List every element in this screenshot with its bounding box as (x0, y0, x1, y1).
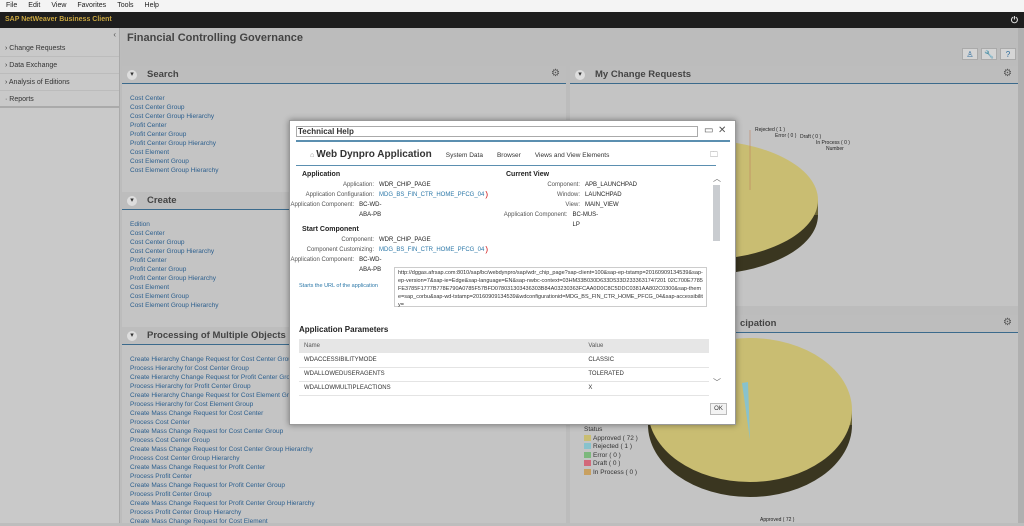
field-value: WDR_CHIP_PAGE (379, 237, 431, 243)
start-component-heading: Start Component (302, 226, 359, 233)
legend-item[interactable]: Error ( 0 ) (584, 452, 638, 461)
legend-label: In Process ( 0 ) (593, 468, 638, 476)
param-name: WDALLOWMULTIPLEACTIONS (299, 381, 584, 396)
technical-help-dialog: Technical Help ▭ ✕ ⌂ Web Dynpro Applicat… (289, 120, 736, 425)
legend-item[interactable]: In Process ( 0 ) (584, 469, 638, 478)
legend-label: Draft ( 0 ) (593, 460, 621, 467)
url-field[interactable]: http://dggas.afrsap.com:8010/sap/bc/webd… (394, 267, 707, 308)
field-label: Component: (547, 182, 580, 188)
tab-web-dynpro-application[interactable]: ⌂ Web Dynpro Application (310, 149, 432, 160)
legend-swatch (584, 443, 591, 450)
param-value: CLASSIC (583, 353, 709, 368)
column-header-value[interactable]: Value (583, 339, 709, 353)
params-table: Name Value WDACCESSIBILITYMODE CLASSIC WDAL… (299, 339, 709, 396)
params-title: Application Parameters (299, 325, 389, 334)
column-header-name[interactable]: Name (299, 339, 584, 353)
field-value: WDR_CHIP_PAGE (379, 182, 431, 188)
legend-title: Status (584, 426, 603, 433)
legend-swatch (584, 434, 591, 441)
field-row: Application Component: BC-MUS-LP (500, 210, 600, 230)
legend-label: Error ( 0 ) (593, 451, 621, 459)
dialog-scrollbar[interactable] (713, 185, 720, 241)
annotation-mark: ) (485, 190, 489, 199)
param-name: WDALLOWEDUSERAGENTS (299, 367, 584, 382)
chart-legend: Status Approved ( 72 ) Rejected ( 1 ) Erro… (584, 426, 638, 477)
param-value: TOLERATED (583, 367, 709, 382)
field-label: Application Component: (290, 202, 355, 208)
field-row: View: MAIN_VIEW (500, 200, 619, 210)
application-heading: Application (302, 171, 341, 178)
legend-swatch (584, 460, 591, 467)
scroll-down-icon[interactable]: ﹀ (713, 377, 721, 388)
field-value: BC-MUS-LP (572, 212, 599, 228)
field-value: APB_LAUNCHPAD (585, 182, 637, 188)
table-row[interactable]: WDALLOWMULTIPLEACTIONS X (299, 381, 709, 396)
tab-views[interactable]: Views and View Elements (535, 152, 610, 159)
field-row: Window: LAUNCHPAD (500, 190, 622, 200)
legend-item[interactable]: Draft ( 0 ) (584, 460, 638, 469)
field-label: Application Component: (290, 257, 355, 263)
scroll-up-icon[interactable]: ︿ (713, 173, 721, 184)
param-value: X (583, 381, 709, 396)
field-row: Component: APB_LAUNCHPAD (500, 180, 637, 190)
legend-item[interactable]: Approved ( 72 ) (584, 435, 638, 444)
page-scrollbar[interactable] (1018, 28, 1024, 523)
field-label: Application Configuration: (305, 192, 374, 198)
field-row: Application: WDR_CHIP_PAGE (290, 180, 431, 190)
tab-browser[interactable]: Browser (497, 152, 521, 159)
table-row[interactable]: WDACCESSIBILITYMODE CLASSIC (299, 353, 709, 368)
field-value: BC-WD-ABA-PB (359, 257, 382, 273)
dialog-title: Technical Help (296, 126, 698, 137)
field-value: LAUNCHPAD (585, 192, 622, 198)
pie-label: Number (826, 146, 844, 152)
legend-swatch (584, 468, 591, 475)
url-label: Starts the URL of the application (299, 283, 378, 289)
field-row: Application Component: BC-WD-ABA-PB (290, 200, 393, 220)
field-label: Component: (341, 237, 374, 243)
field-value: MAIN_VIEW (585, 202, 619, 208)
field-row: Application Component: BC-WD-ABA-PB (290, 255, 393, 275)
field-label: View: (565, 202, 580, 208)
param-name: WDACCESSIBILITYMODE (299, 353, 584, 368)
ok-button[interactable]: OK (710, 403, 727, 415)
annotation-mark: ) (485, 245, 489, 254)
legend-item[interactable]: Rejected ( 1 ) (584, 443, 638, 452)
field-value[interactable]: MDG_BS_FIN_CTR_HOME_PFCG_04 (379, 190, 484, 200)
close-icon[interactable]: ✕ (718, 125, 726, 136)
maximize-icon[interactable]: ▭ (704, 125, 713, 136)
legend-label: Rejected ( 1 ) (593, 443, 633, 450)
field-label: Component Customizing: (306, 247, 374, 253)
field-row: Component Customizing: MDG_BS_FIN_CTR_HOM… (290, 245, 488, 255)
current-view-heading: Current View (506, 171, 550, 178)
legend-label: Approved ( 72 ) (593, 434, 638, 442)
pie-label: Approved ( 72 ) (760, 517, 795, 523)
field-label: Window: (556, 192, 580, 198)
field-value: BC-WD-ABA-PB (359, 202, 382, 218)
field-row: Application Configuration: MDG_BS_FIN_CTR… (290, 190, 488, 200)
field-row: Component: WDR_CHIP_PAGE (290, 235, 431, 245)
folder-icon[interactable]: 🗀 (710, 149, 718, 163)
tab-system-data[interactable]: System Data (446, 152, 483, 159)
table-row[interactable]: WDALLOWEDUSERAGENTS TOLERATED (299, 367, 709, 382)
field-label: Application: (342, 182, 374, 188)
legend-swatch (584, 451, 591, 458)
dialog-tabs: ⌂ Web Dynpro Application System Data Bro… (310, 149, 609, 160)
field-label: Application Component: (503, 212, 568, 218)
field-value[interactable]: MDG_BS_FIN_CTR_HOME_PFCG_04 (379, 245, 484, 255)
pie-label: Error ( 0 ) (775, 133, 797, 139)
